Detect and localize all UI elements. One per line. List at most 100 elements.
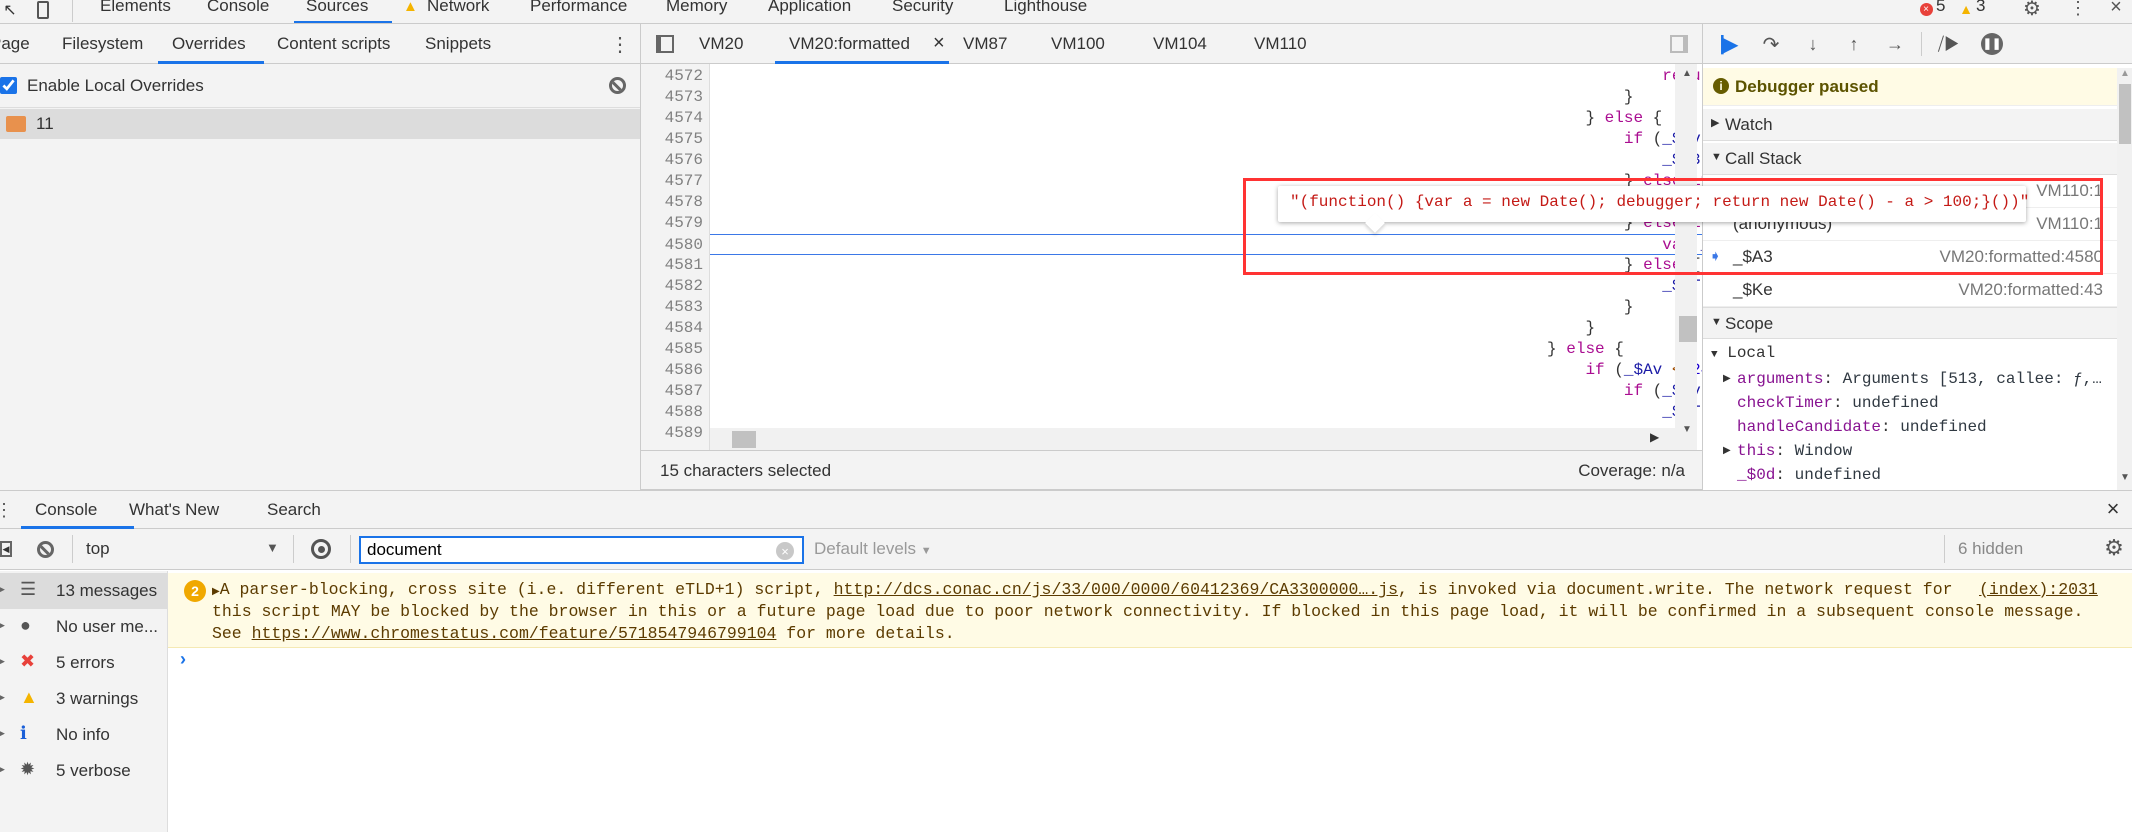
navigator-tab-overrides[interactable]: Overrides <box>172 34 246 54</box>
scope-variable[interactable]: _$0d: undefined <box>1723 466 2132 490</box>
code-line[interactable]: 4586 if (_$Av < 244) { <box>641 360 1702 381</box>
drawer-tab-console[interactable]: Console <box>35 500 97 520</box>
editor-tab[interactable]: VM20:formatted <box>789 34 910 54</box>
line-number[interactable]: 4580 <box>641 235 703 256</box>
toggle-debugger-icon[interactable] <box>1669 34 1689 54</box>
close-devtools-icon[interactable]: × <box>2106 0 2126 18</box>
scope-local-header[interactable]: ▼ Local <box>1711 344 1775 362</box>
expand-arrow-icon[interactable]: ▶ <box>0 692 5 703</box>
sidebar-filter-list[interactable]: ▶ ☰ 13 messages <box>0 573 167 609</box>
code-line[interactable]: 4583 } <box>641 297 1702 318</box>
code-line[interactable]: 4576 _$A3(230, _$Jf); <box>641 150 1702 171</box>
more-options-icon[interactable]: ⋮ <box>2069 0 2087 19</box>
drawer-menu-icon[interactable]: ⋮ <box>0 499 13 521</box>
tab-console[interactable]: Console <box>207 0 269 16</box>
inspect-icon[interactable]: ↖ <box>2 0 18 20</box>
tab-sources[interactable]: Sources <box>306 0 368 16</box>
navigator-tab-filesystem[interactable]: Filesystem <box>62 34 143 54</box>
settings-icon[interactable]: ⚙ <box>2022 0 2042 20</box>
line-number[interactable]: 4573 <box>641 87 703 108</box>
step-over-icon[interactable]: ↷ <box>1759 32 1783 56</box>
expand-arrow-icon[interactable]: ▶ <box>1723 373 1731 385</box>
toggle-navigator-icon[interactable] <box>655 34 675 54</box>
warning-count[interactable]: 3 <box>1976 0 1985 16</box>
navigator-tab-content-scripts[interactable]: Content scripts <box>277 34 390 54</box>
clear-console-icon[interactable] <box>36 540 54 558</box>
line-number[interactable]: 4587 <box>641 381 703 402</box>
tab-network[interactable]: Network <box>427 0 489 16</box>
scope-variable[interactable]: ▶ this: Window <box>1723 442 2132 466</box>
script-link[interactable]: http://dcs.conac.cn/js/33/000/0000/60412… <box>834 580 1398 599</box>
clear-filter-icon[interactable]: × <box>776 542 794 560</box>
tab-application[interactable]: Application <box>768 0 851 16</box>
warning-count-icon[interactable]: ▲ <box>1958 0 1974 18</box>
code-line[interactable]: 4587 if (_$Av < 241) { <box>641 381 1702 402</box>
line-number[interactable]: 4586 <box>641 360 703 381</box>
line-number[interactable]: 4574 <box>641 108 703 129</box>
expand-arrow-icon[interactable]: ▶ <box>0 620 5 631</box>
line-number[interactable]: 4575 <box>641 129 703 150</box>
sidebar-scrollbar[interactable]: ▲ ▼ <box>2117 68 2132 490</box>
navigator-tab-snippets[interactable]: Snippets <box>425 34 491 54</box>
editor-tab[interactable]: VM104 <box>1153 34 1207 54</box>
expand-arrow-icon[interactable]: ▶ <box>0 728 5 739</box>
step-into-icon[interactable]: ↓ <box>1801 32 1825 56</box>
code-line[interactable]: 4572 return _$MZ[1] + (new _$J_(16 - _$$… <box>641 66 1702 87</box>
close-drawer-icon[interactable]: × <box>2102 496 2124 521</box>
line-number[interactable]: 4584 <box>641 318 703 339</box>
scope-variable[interactable]: ▶ arguments: Arguments [513, callee: ƒ,… <box>1723 370 2132 394</box>
navigator-tab-page[interactable]: Page <box>0 34 30 54</box>
expand-arrow-icon[interactable]: ▶ <box>1723 445 1731 457</box>
sidebar-filter-info[interactable]: ▶ ℹ No info <box>0 717 167 753</box>
drawer-tab-search[interactable]: Search <box>267 500 321 520</box>
context-selector[interactable]: top ▼ <box>80 535 292 563</box>
tab-performance[interactable]: Performance <box>530 0 627 16</box>
sidebar-filter-warning[interactable]: ▶ ▲ 3 warnings <box>0 681 167 717</box>
scrollbar-thumb[interactable] <box>1679 316 1697 342</box>
message-source-link[interactable]: (index):2031 <box>1979 579 2098 601</box>
scope-variable[interactable]: checkTimer: undefined <box>1723 394 2132 418</box>
clear-overrides-icon[interactable] <box>607 75 627 95</box>
close-tab-icon[interactable]: × <box>933 32 945 55</box>
code-line[interactable]: 4585 } else { <box>641 339 1702 360</box>
tab-security[interactable]: Security <box>892 0 953 16</box>
code-line[interactable]: 4575 if (_$Av < 237) { <box>641 129 1702 150</box>
step-out-icon[interactable]: ↑ <box>1842 32 1866 56</box>
sidebar-filter-error[interactable]: ▶ ✖ 5 errors <box>0 645 167 681</box>
error-count-icon[interactable]: × <box>1918 0 1934 18</box>
console-filter-input[interactable] <box>359 536 804 564</box>
deactivate-breakpoints-icon[interactable]: ⧸▶ <box>1937 32 1961 56</box>
line-number[interactable]: 4585 <box>641 339 703 360</box>
line-number[interactable]: 4583 <box>641 297 703 318</box>
call-frame[interactable]: _$Ke VM20:formatted:43 <box>1703 274 2117 307</box>
expand-arrow-icon[interactable]: ▶ <box>212 587 220 598</box>
log-levels-dropdown[interactable]: Default levels ▼ <box>814 539 932 559</box>
code-line[interactable]: 4588 _$5T = _$MZ; <box>641 402 1702 423</box>
device-toolbar-icon[interactable] <box>34 0 52 20</box>
chromestatus-link[interactable]: https://www.chromestatus.com/feature/571… <box>252 624 777 643</box>
horizontal-scrollbar[interactable]: ▶ <box>710 428 1675 450</box>
line-number[interactable]: 4576 <box>641 150 703 171</box>
live-expression-eye-icon[interactable] <box>310 539 332 559</box>
tab-memory[interactable]: Memory <box>666 0 727 16</box>
line-number[interactable]: 4589 <box>641 423 703 444</box>
resume-icon[interactable]: | ▶ <box>1717 32 1741 56</box>
expand-arrow-icon[interactable]: ▶ <box>0 656 5 667</box>
scope-variable[interactable]: handleCandidate: undefined <box>1723 418 2132 442</box>
sidebar-filter-user[interactable]: ▶ ● No user me... <box>0 609 167 645</box>
code-line[interactable]: 4582 _$5T = _$l1.length > _$eu; <box>641 276 1702 297</box>
callstack-section-header[interactable]: ▼ Call Stack <box>1703 143 2117 175</box>
folder-item[interactable]: 11 <box>0 109 640 139</box>
line-number[interactable]: 4581 <box>641 255 703 276</box>
scope-section-header[interactable]: ▼ Scope <box>1703 307 2117 339</box>
line-number[interactable]: 4572 <box>641 66 703 87</box>
code-line[interactable]: 4574 } else { <box>641 108 1702 129</box>
expand-arrow-icon[interactable]: ▶ <box>0 764 5 775</box>
scrollbar-thumb[interactable] <box>732 431 756 448</box>
expand-arrow-icon[interactable]: ▶ <box>0 584 5 595</box>
line-number[interactable]: 4578 <box>641 192 703 213</box>
sidebar-toggle-icon[interactable]: ◀ <box>0 541 12 557</box>
sidebar-filter-bug[interactable]: ▶ ✹ 5 verbose <box>0 753 167 789</box>
editor-tab[interactable]: VM87 <box>963 34 1007 54</box>
tab-lighthouse[interactable]: Lighthouse <box>1004 0 1087 16</box>
